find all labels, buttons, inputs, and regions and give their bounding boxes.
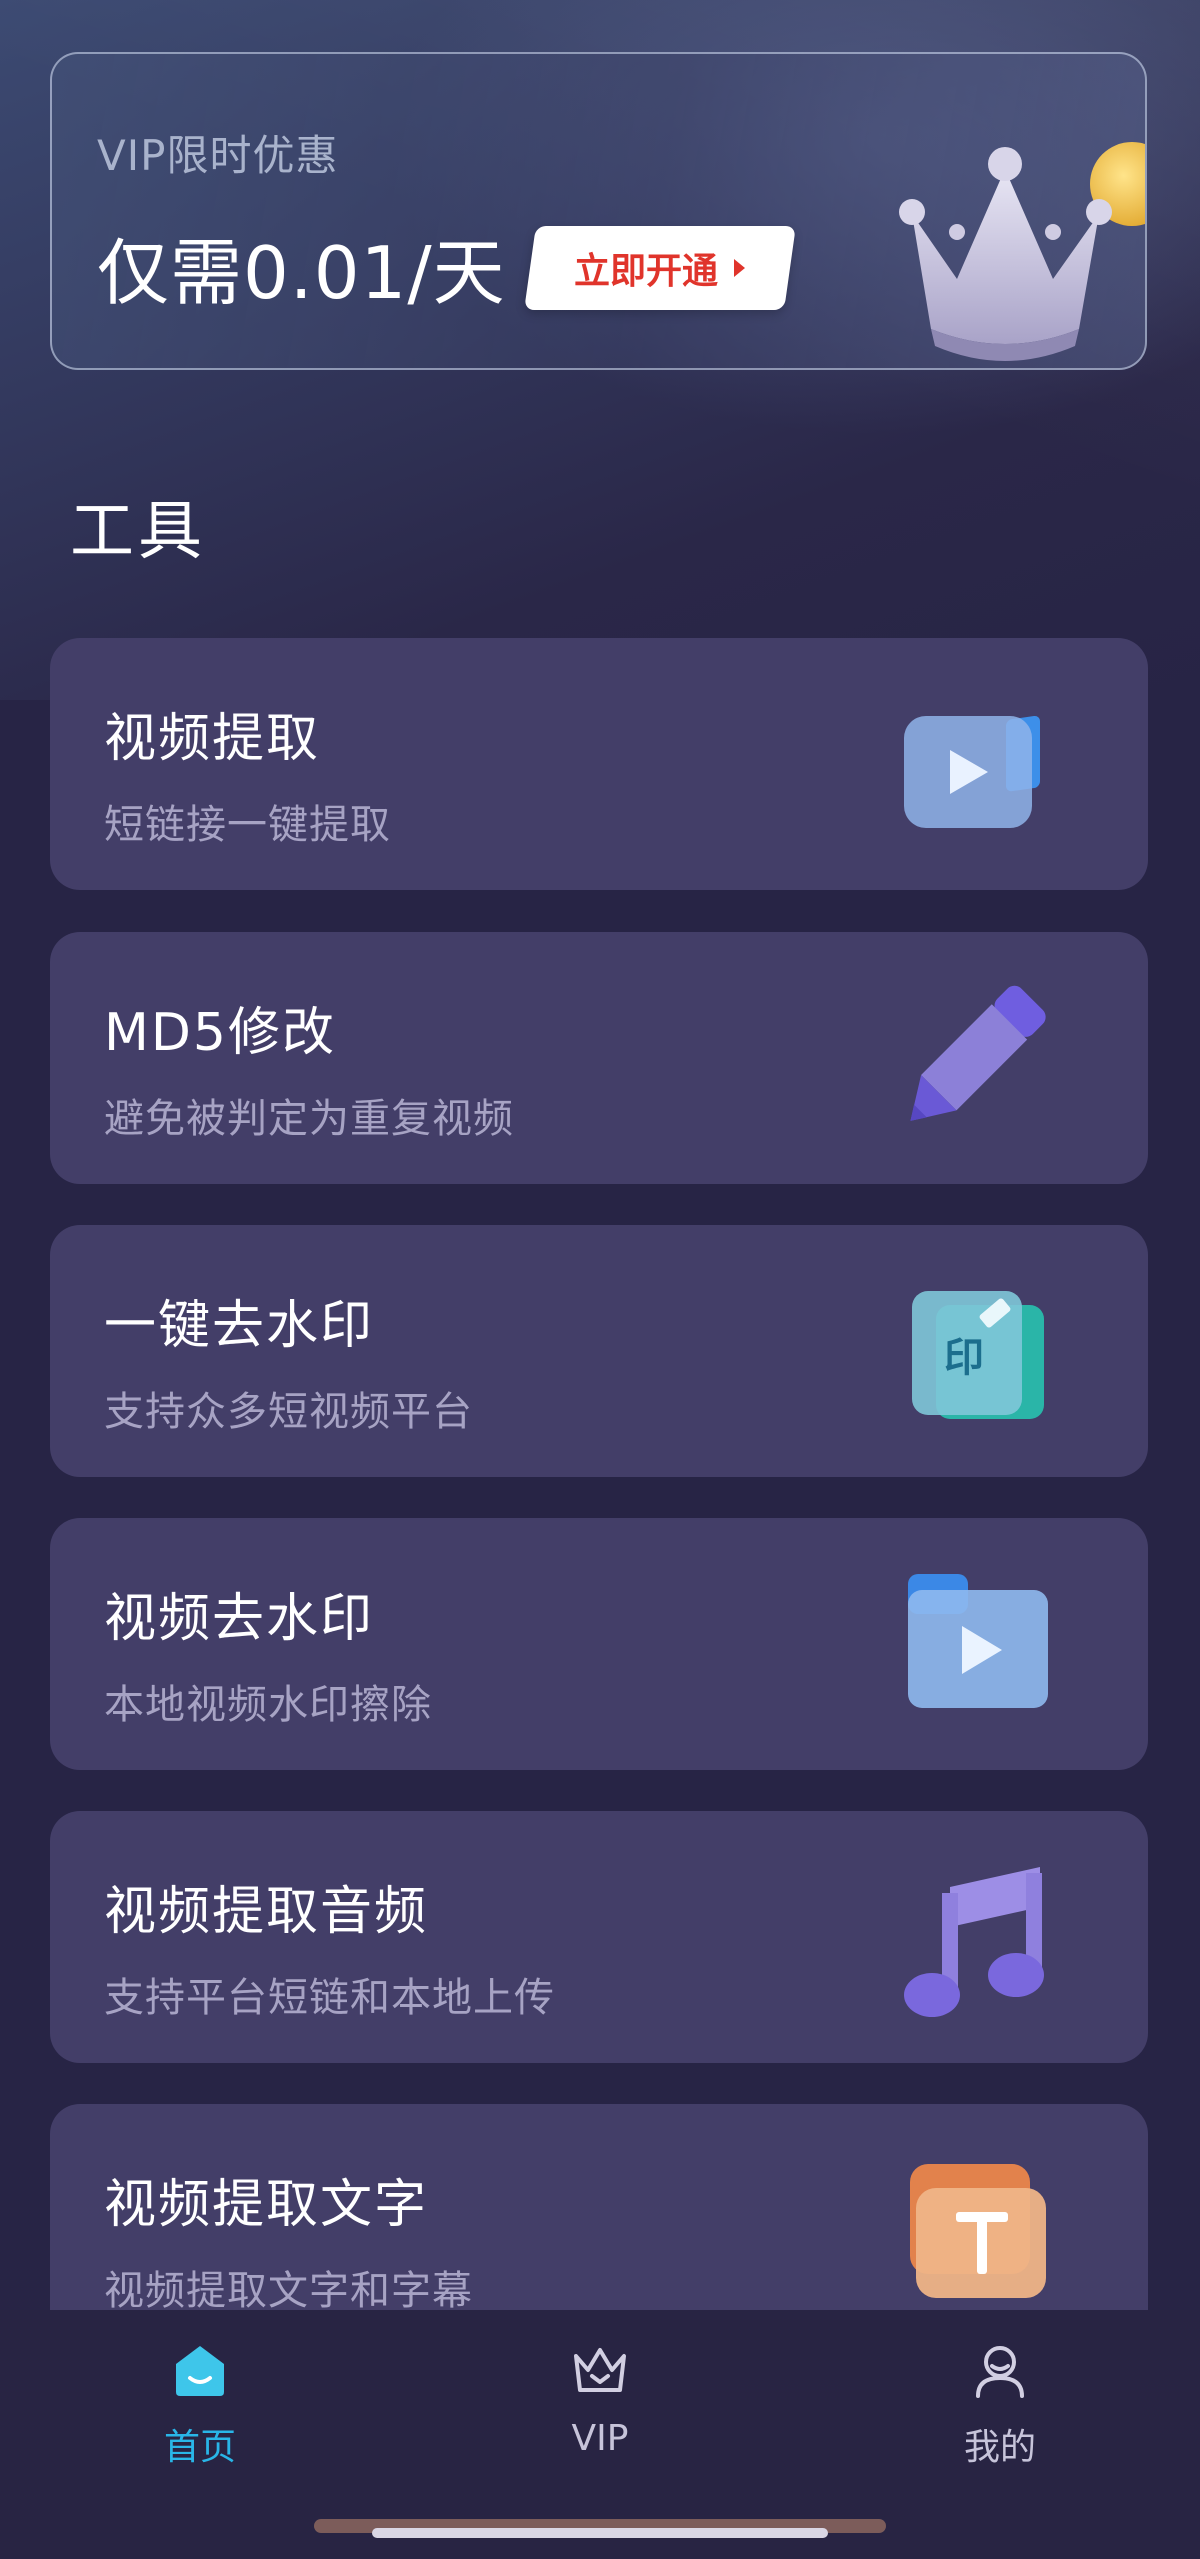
tool-card-subtitle: 本地视频水印擦除 <box>104 1682 432 1728</box>
tool-card-subtitle: 支持众多短视频平台 <box>104 1389 473 1435</box>
vip-promo-label: VIP限时优惠 <box>97 131 339 180</box>
nav-label-profile: 我的 <box>963 2427 1036 2468</box>
tool-card-title: 视频提取音频 <box>104 1882 429 1942</box>
tool-card-title: 视频提取 <box>104 709 321 769</box>
watermark-stamp-icon: 印 <box>912 1291 1044 1419</box>
tool-card-subtitle: 短链接一键提取 <box>104 802 391 848</box>
nav-item-vip[interactable]: VIP <box>480 2340 720 2480</box>
nav-item-profile[interactable]: 我的 <box>880 2340 1120 2480</box>
tool-card-title: 视频提取文字 <box>104 2175 429 2235</box>
music-note-icon <box>904 1867 1044 2017</box>
tools-section-title: 工具 <box>70 495 206 569</box>
tool-card-video-audio[interactable]: 视频提取音频 支持平台短链和本地上传 <box>50 1811 1148 2063</box>
home-icon <box>176 2346 224 2396</box>
vip-price-text: 仅需0.01/天 <box>97 231 506 315</box>
open-vip-button-label: 立即开通 <box>574 251 719 292</box>
tool-card-title: 一键去水印 <box>104 1296 375 1356</box>
tool-card-subtitle: 避免被判定为重复视频 <box>104 1096 514 1142</box>
tool-card-subtitle: 支持平台短链和本地上传 <box>104 1975 555 2021</box>
crown-icon <box>899 142 1145 361</box>
tool-card-video-watermark[interactable]: 视频去水印 本地视频水印擦除 <box>50 1518 1148 1770</box>
tool-card-subtitle: 视频提取文字和字幕 <box>104 2268 473 2314</box>
crown-icon <box>574 2348 626 2392</box>
home-indicator-handle[interactable] <box>372 2528 828 2538</box>
tool-card-title: MD5修改 <box>104 1003 336 1063</box>
video-folder-icon <box>908 1574 1048 1708</box>
nav-label-home: 首页 <box>163 2427 236 2468</box>
tool-card-md5-modify[interactable]: MD5修改 避免被判定为重复视频 <box>50 932 1148 1184</box>
nav-label-vip: VIP <box>571 2418 629 2459</box>
nav-item-home[interactable]: 首页 <box>80 2340 320 2480</box>
open-vip-button[interactable]: 立即开通 <box>524 226 796 310</box>
vip-promo-banner[interactable]: VIP限时优惠 仅需0.01/天 立即开通 <box>50 52 1147 370</box>
profile-icon <box>976 2346 1024 2398</box>
tool-card-video-extract[interactable]: 视频提取 短链接一键提取 <box>50 638 1148 890</box>
video-camera-icon <box>904 715 1040 828</box>
arrow-right-icon <box>734 259 746 277</box>
tool-card-one-click-watermark[interactable]: 一键去水印 支持众多短视频平台 印 <box>50 1225 1148 1477</box>
tool-card-title: 视频去水印 <box>104 1589 375 1649</box>
text-t-icon <box>910 2164 1046 2298</box>
pencil-icon <box>910 985 1046 1121</box>
svg-text:印: 印 <box>944 1335 984 1381</box>
